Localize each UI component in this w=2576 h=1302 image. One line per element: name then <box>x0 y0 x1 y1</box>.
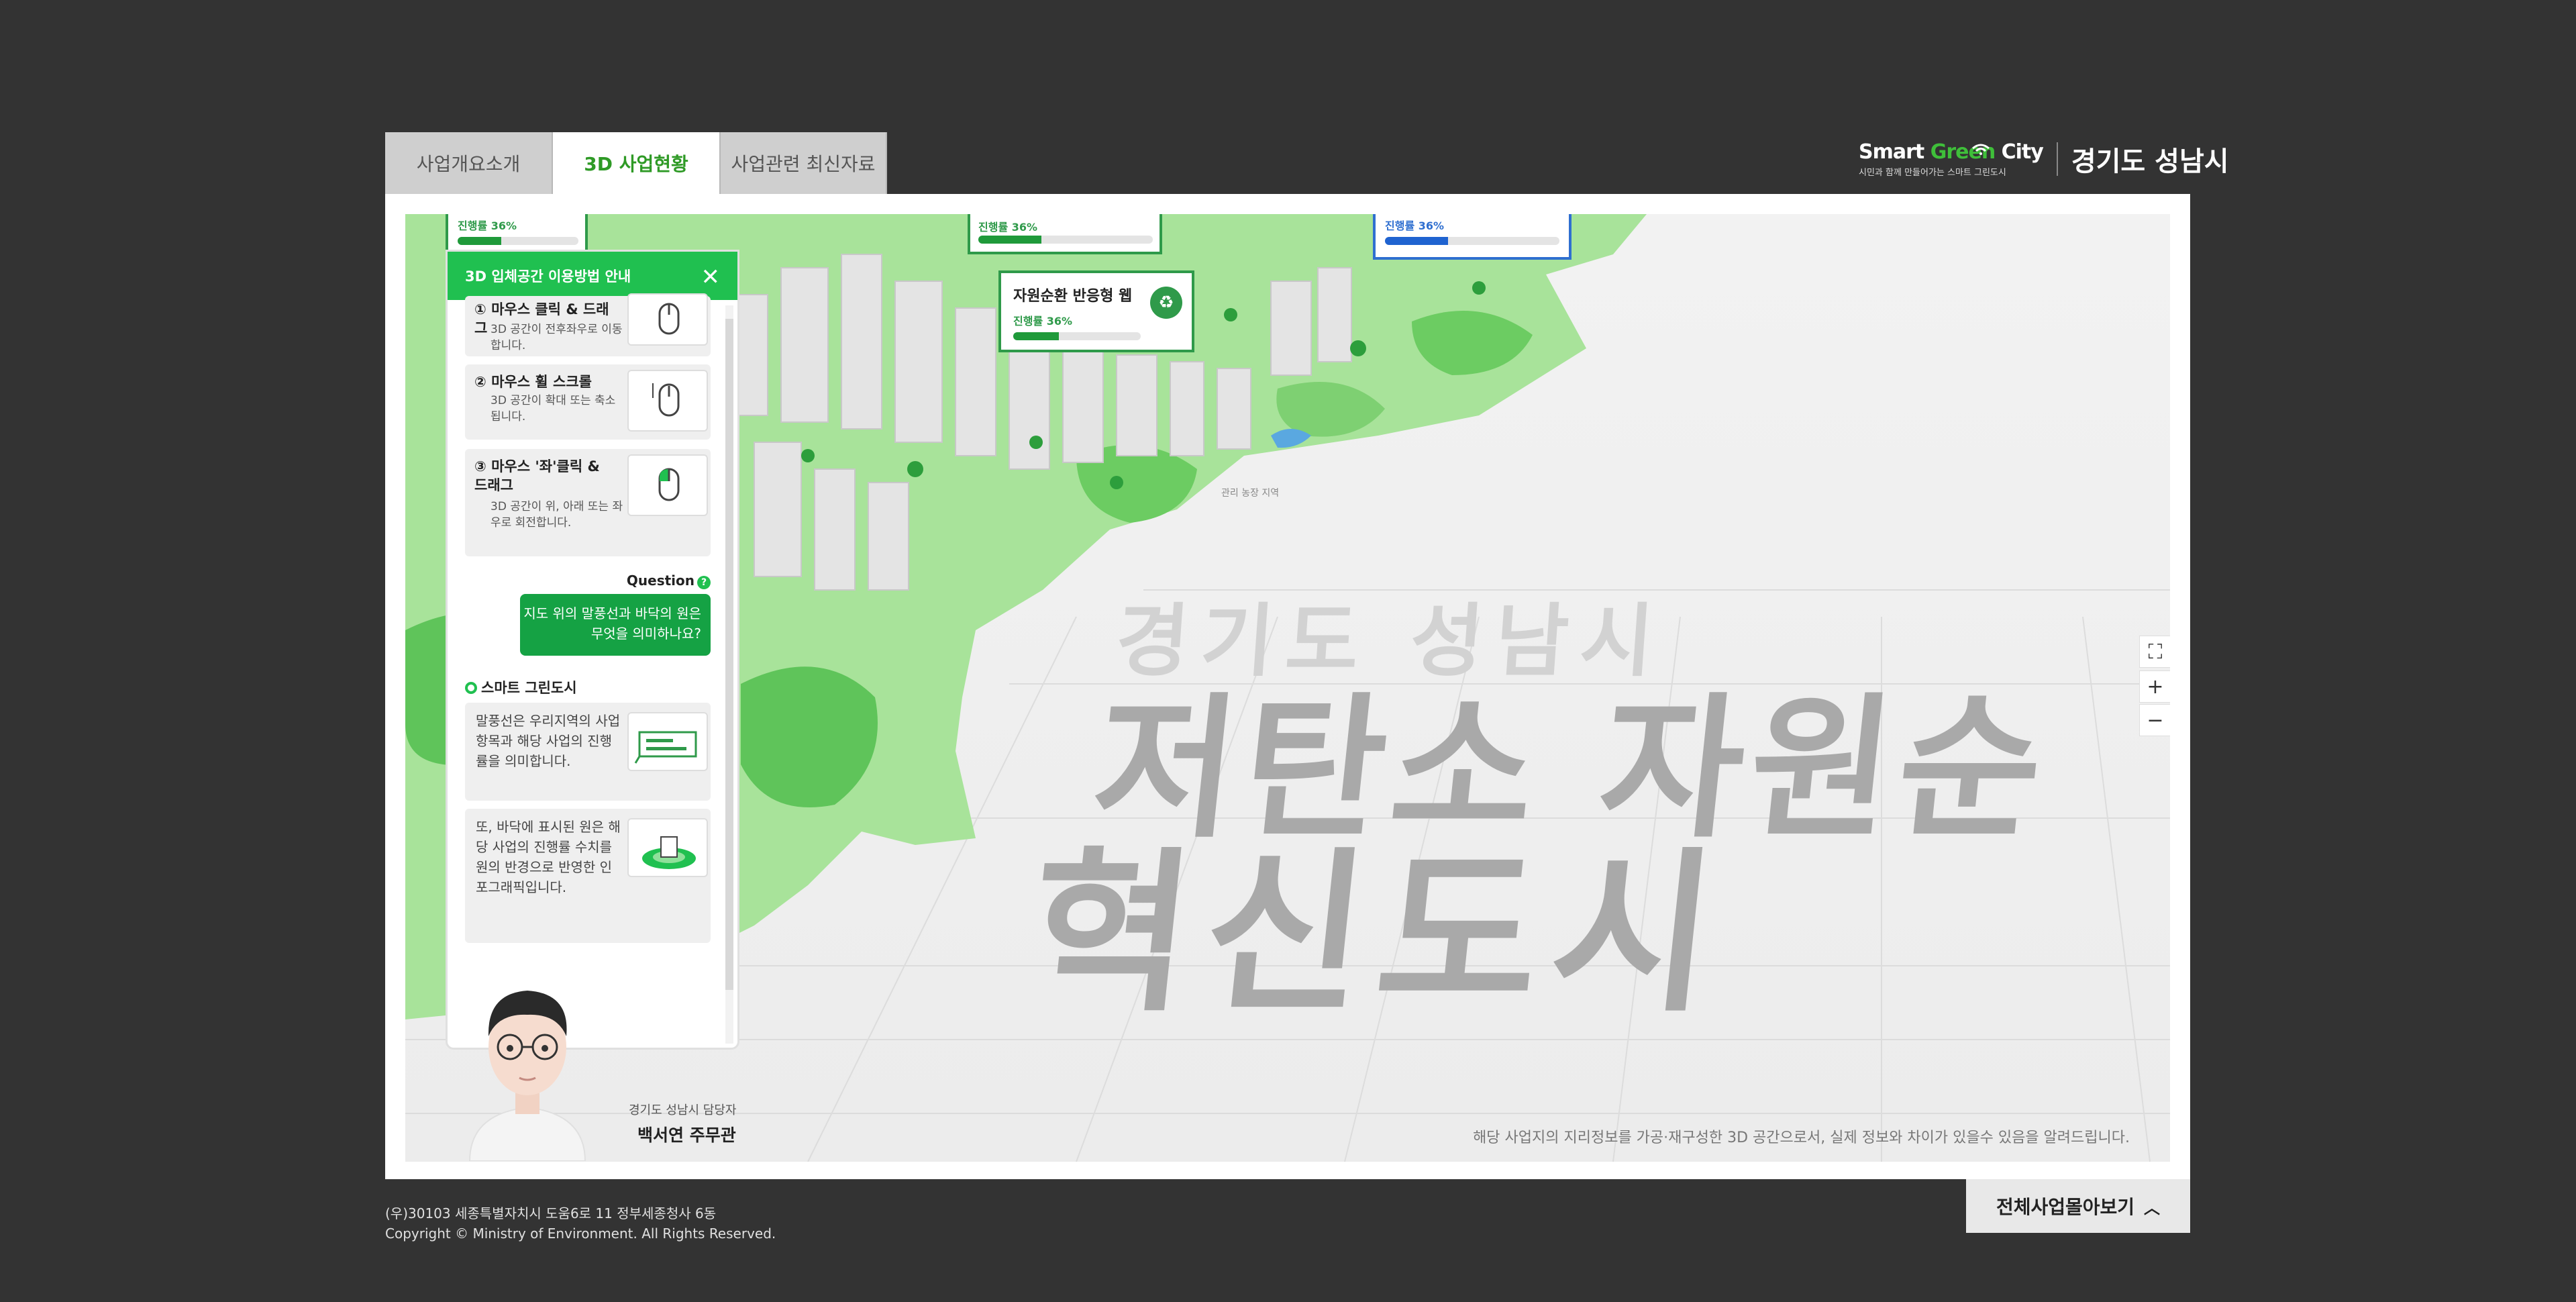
mouse-drag-icon <box>627 293 708 346</box>
answer-card-balloon: 말풍선은 우리지역의 사업항목과 해당 사업의 진행률을 의미합니다. <box>465 703 711 801</box>
guide-title: 3D 입체공간 이용방법 안내 <box>465 268 631 285</box>
smart-green-city-logo: Smart Green City 시민과 함께 만들어가는 스마트 그린도시 <box>1859 140 2044 178</box>
balloon-progress-bar <box>1013 332 1141 340</box>
guide-card-desc: 3D 공간이 확대 또는 축소됩니다. <box>491 394 616 423</box>
usage-guide-panel: 3D 입체공간 이용방법 안내 ✕ ① 마우스 클릭 & 드래그 3D 공간이 … <box>446 250 739 1050</box>
answer-card-circle: 또, 바닥에 표시된 원은 해당 사업의 진행률 수치를 원의 반경으로 반영한… <box>465 809 711 943</box>
guide-scrollbar-thumb[interactable] <box>725 319 733 990</box>
guide-card-head: ③ 마우스 '좌'클릭 & 드래그 <box>474 458 600 493</box>
footer-copyright: Copyright © Ministry of Environment. All… <box>385 1225 776 1242</box>
zoom-in-button[interactable]: + <box>2139 670 2170 703</box>
answer-label: 스마트 그린도시 <box>465 677 577 697</box>
project-balloon[interactable]: 진행률 36% <box>968 214 1162 254</box>
map-heading-line2: 혁신도시 <box>1020 833 1738 1036</box>
project-balloon-recycling-web[interactable]: 자원순환 반응형 웹 진행률 36% ♻ <box>998 270 1194 352</box>
balloon-progress-bar <box>458 237 578 245</box>
all-projects-label: 전체사업몰아보기 <box>1996 1196 2135 1218</box>
logo-smart: Smart <box>1859 140 1930 164</box>
mouse-wheel-icon <box>627 370 708 432</box>
tab-latest-materials[interactable]: 사업관련 최신자료 <box>721 132 887 194</box>
tab-3d-status[interactable]: 3D 사업현황 <box>553 132 721 194</box>
project-balloon[interactable]: 진행률 36% <box>1373 214 1572 260</box>
question-label-text: Question <box>626 572 694 589</box>
balloon-progress-label: 진행률 36% <box>1013 315 1073 328</box>
balloon-progress-label: 진행률 36% <box>458 219 517 232</box>
answer-text: 말풍선은 우리지역의 사업항목과 해당 사업의 진행률을 의미합니다. <box>476 713 621 769</box>
guide-card-rotate: ③ 마우스 '좌'클릭 & 드래그 3D 공간이 위, 아래 또는 좌우로 회전… <box>465 449 711 556</box>
logo-divider <box>2056 142 2058 176</box>
chevron-up-icon: ︿ <box>2144 1198 2161 1217</box>
smart-city-dot-icon <box>465 682 477 694</box>
fullscreen-button[interactable]: ⛶ <box>2139 636 2170 668</box>
balloon-title: 자원순환 반응형 웹 <box>1013 288 1133 305</box>
balloon-illustration-icon <box>627 712 708 771</box>
top-tabs: 사업개요소개 3D 사업현황 사업관련 최신자료 <box>385 132 887 194</box>
guide-card-desc: 3D 공간이 전후좌우로 이동합니다. <box>491 323 623 352</box>
wifi-icon <box>1972 144 1990 155</box>
close-icon[interactable]: ✕ <box>701 264 721 291</box>
answer-label-text: 스마트 그린도시 <box>481 680 577 696</box>
map-place-label: 관리 농장 지역 <box>1221 488 1280 499</box>
answer-text: 또, 바닥에 표시된 원은 해당 사업의 진행률 수치를 원의 반경으로 반영한… <box>476 819 621 895</box>
question-label: Question? <box>627 572 711 589</box>
balloon-progress-bar <box>1385 237 1559 245</box>
guide-card-drag: ① 마우스 클릭 & 드래그 3D 공간이 전후좌우로 이동합니다. <box>465 293 711 356</box>
map-disclaimer: 해당 사업지의 지리정보를 가공·재구성한 3D 공간으로서, 실제 정보와 차… <box>1473 1130 2130 1146</box>
zoom-out-button[interactable]: − <box>2139 704 2170 736</box>
balloon-progress-bar <box>978 236 1153 244</box>
manager-name: 백서연 주무관 <box>637 1125 736 1145</box>
logo-city: City <box>1995 140 2044 164</box>
ground-circle-icon <box>627 818 708 877</box>
mouse-left-click-icon <box>627 454 708 516</box>
all-projects-button[interactable]: 전체사업몰아보기 ︿ <box>1966 1179 2190 1233</box>
footer-address: (우)30103 세종특별자치시 도움6로 11 정부세종청사 6동 <box>385 1205 717 1221</box>
guide-card-desc: 3D 공간이 위, 아래 또는 좌우로 회전합니다. <box>491 500 623 530</box>
balloon-progress-label: 진행률 36% <box>1385 219 1445 232</box>
manager-avatar <box>468 991 586 1161</box>
recycle-icon: ♻ <box>1150 287 1182 319</box>
tab-project-overview[interactable]: 사업개요소개 <box>385 132 553 194</box>
question-icon: ? <box>697 576 711 589</box>
brand-logo: Smart Green City 시민과 함께 만들어가는 스마트 그린도시 경… <box>1859 132 2229 186</box>
balloon-progress-label: 진행률 36% <box>978 221 1038 234</box>
question-bubble: 지도 위의 말풍선과 바닥의 원은 무엇을 의미하나요? <box>520 594 711 656</box>
guide-card-scroll: ② 마우스 휠 스크롤 3D 공간이 확대 또는 축소됩니다. <box>465 364 711 440</box>
guide-card-head: ② 마우스 휠 스크롤 <box>474 374 592 390</box>
logo-tagline: 시민과 함께 만들어가는 스마트 그린도시 <box>1859 168 2006 178</box>
manager-role: 경기도 성남시 담당자 <box>629 1103 737 1117</box>
region-name: 경기도 성남시 <box>2071 146 2229 177</box>
